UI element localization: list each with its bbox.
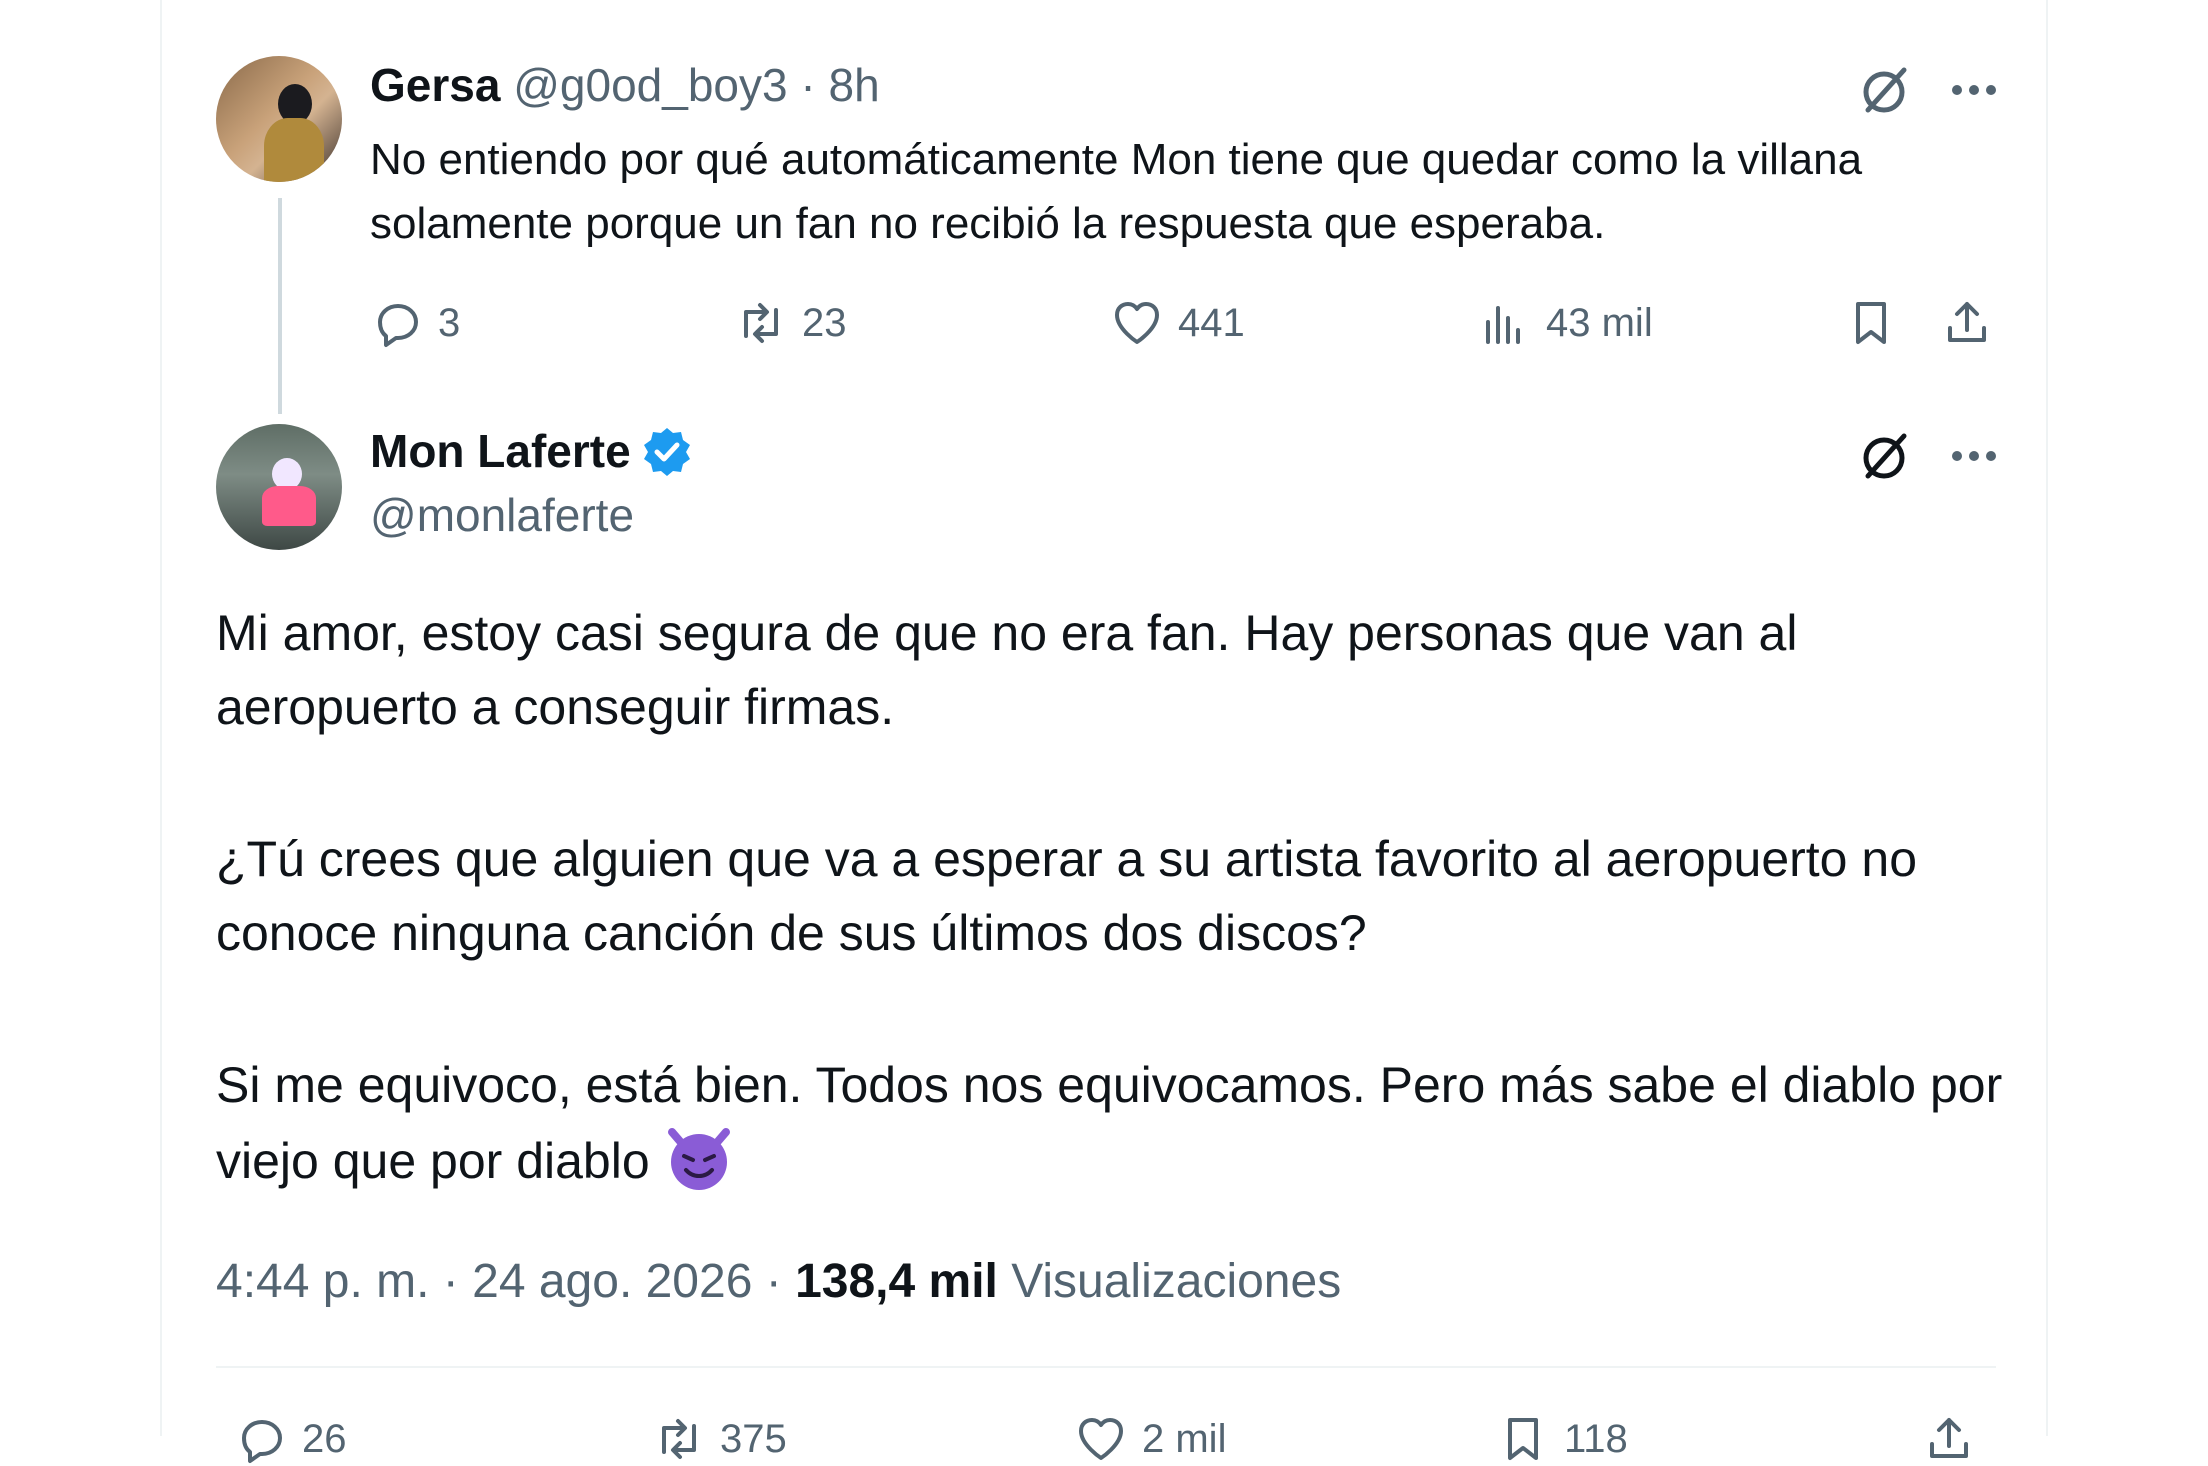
- main-handle[interactable]: @monlaferte: [370, 488, 634, 542]
- verified-badge-icon[interactable]: [641, 425, 693, 477]
- reply-handle[interactable]: @g0od_boy3: [513, 59, 787, 111]
- bookmark-icon: [1856, 302, 1886, 344]
- share-icon: [1930, 1418, 1968, 1458]
- like-icon: [1079, 1418, 1123, 1460]
- main-tweet-paragraph-3: Si me equivoco, está bien. Todos nos equ…: [216, 1048, 2016, 1198]
- views-button[interactable]: 43 mil: [1478, 296, 1653, 350]
- reply-icon: [378, 304, 418, 347]
- main-tweet-paragraph-2: ¿Tú crees que alguien que va a esperar a…: [216, 831, 1918, 961]
- bookmark-button[interactable]: [1844, 296, 1898, 350]
- tweet-date[interactable]: 24 ago. 2026: [472, 1255, 752, 1308]
- views-count: 43 mil: [1546, 300, 1653, 345]
- bookmark-icon: [1508, 1418, 1538, 1460]
- main-bookmark-button[interactable]: 118: [1496, 1412, 1628, 1466]
- reply-display-name-text[interactable]: Gersa: [370, 59, 500, 111]
- meta-separator: ·: [442, 1255, 459, 1308]
- main-like-count: 2 mil: [1142, 1416, 1227, 1461]
- repost-icon: [662, 1419, 696, 1459]
- tweet-thread-card: Gersa @g0od_boy3 · 8h No entiendo por qu…: [160, 0, 2048, 1463]
- tweet-time[interactable]: 4:44 p. m.: [216, 1255, 429, 1308]
- reply-separator: ·: [800, 59, 816, 111]
- repost-count: 23: [802, 300, 847, 345]
- main-share-button[interactable]: [1922, 1412, 1976, 1466]
- main-reply-count: 26: [302, 1416, 347, 1461]
- main-like-button[interactable]: 2 mil: [1074, 1412, 1226, 1466]
- main-reply-button[interactable]: 26: [234, 1412, 347, 1466]
- main-bookmark-count: 118: [1564, 1416, 1628, 1461]
- main-tweet-paragraph-1: Mi amor, estoy casi segura de que no era…: [216, 605, 1798, 735]
- meta-separator: ·: [765, 1255, 782, 1308]
- gersa-avatar[interactable]: [216, 56, 342, 182]
- like-count: 441: [1178, 300, 1245, 345]
- divider: [216, 1366, 1996, 1368]
- reply-tweet-text: No entiendo por qué automáticamente Mon …: [370, 135, 1863, 248]
- smiling-devil-emoji: [667, 1128, 730, 1190]
- more-icon[interactable]: [1942, 424, 2006, 488]
- views-icon: [1486, 306, 1520, 344]
- like-button[interactable]: 441: [1110, 296, 1245, 350]
- grok-icon[interactable]: [1854, 424, 1918, 488]
- reply-button[interactable]: 3: [370, 296, 460, 350]
- main-repost-count: 375: [720, 1416, 787, 1461]
- repost-button[interactable]: 23: [734, 296, 847, 350]
- tweet-metadata: 4:44 p. m. · 24 ago. 2026 · 138,4 mil Vi…: [216, 1254, 1341, 1309]
- reply-display-name[interactable]: Gersa @g0od_boy3 · 8h: [370, 58, 880, 112]
- views-label: Visualizaciones: [1011, 1255, 1342, 1308]
- main-repost-button[interactable]: 375: [652, 1412, 787, 1466]
- like-icon: [1115, 302, 1159, 344]
- reply-timestamp[interactable]: 8h: [828, 59, 879, 111]
- reply-icon: [242, 1420, 282, 1463]
- repost-icon: [744, 303, 778, 343]
- main-tweet-paragraph-3-text: Si me equivoco, está bien. Todos nos equ…: [216, 1057, 2003, 1189]
- main-display-name[interactable]: Mon Laferte: [370, 424, 693, 478]
- share-icon: [1948, 302, 1986, 342]
- views-total: 138,4 mil: [795, 1255, 998, 1308]
- share-button[interactable]: [1940, 296, 1994, 350]
- mon-laferte-avatar[interactable]: [216, 424, 342, 550]
- thread-connector-line: [278, 198, 282, 414]
- main-display-name-text[interactable]: Mon Laferte: [370, 424, 631, 478]
- more-icon[interactable]: [1942, 58, 2006, 122]
- reply-count: 3: [438, 300, 461, 345]
- grok-icon[interactable]: [1854, 58, 1918, 122]
